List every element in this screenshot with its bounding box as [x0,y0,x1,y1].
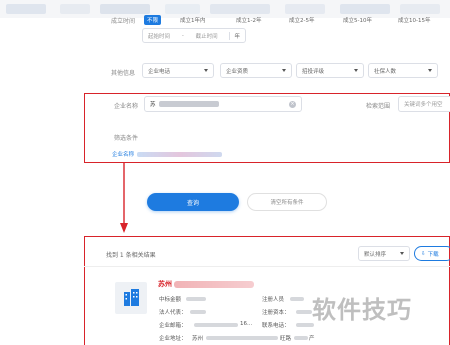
company-address-prefix: 苏州 [192,336,204,342]
company-name-value: 苏 [150,102,156,108]
end-time-placeholder: 截止时间 [195,33,218,40]
company-email-label: 企业邮箱： [159,323,187,329]
download-button-label: 下载 [427,251,439,258]
option-2-5-years[interactable]: 成立2-5年 [289,16,314,24]
chevron-down-icon [204,69,208,72]
range-dash: - [181,32,184,39]
query-button-label: 查询 [186,199,199,207]
dropdown-bid-rating-label: 招投评级 [302,68,325,75]
chevron-down-icon [428,69,432,72]
chevron-down-icon [282,69,286,72]
download-button[interactable]: ⇩ 下载 [414,246,450,261]
other-info-label: 其他信息 [111,70,136,77]
blurred-legal-rep [190,310,206,314]
filter-tag-label: 企业名称 [112,152,135,158]
search-scope-placeholder: 关键词多个用空 [404,102,443,108]
search-scope-input[interactable]: 关键词多个用空 [398,96,450,112]
option-unlimited[interactable]: 不限 [144,15,162,25]
legal-rep-label: 法人代表： [159,310,187,316]
sort-dropdown[interactable]: 默认排序 [358,246,410,261]
results-summary: 找到 1 条相关结果 [106,252,156,259]
blurred-company-title [174,280,254,288]
start-time-placeholder: 起始时间 [148,33,171,40]
company-address-suffix: 产 [309,336,315,342]
company-email-suffix: 16... [240,321,253,327]
sort-dropdown-label: 默认排序 [364,251,387,258]
dropdown-company-qualification[interactable]: 企业资质 [220,63,292,78]
contact-phone-label: 联系电话： [262,323,290,329]
company-name-prefix: 苏州 [158,280,172,288]
query-button[interactable]: 查询 [147,193,239,211]
year-unit: 年 [229,31,240,40]
download-icon: ⇩ [421,250,426,257]
blurred-company-email [194,323,238,327]
dropdown-social-security[interactable]: 社保人数 [368,63,438,78]
chevron-down-icon [354,69,358,72]
company-name-input[interactable]: 苏 × [144,96,302,112]
blurred-address-tail [294,336,308,340]
watermark-text: 软件技巧 [312,296,412,324]
chevron-down-icon [400,252,404,255]
blurred-registered-capital [296,310,312,314]
company-address-mid: 旺路 [280,336,292,342]
registered-capital-label: 注册资本： [262,310,290,316]
clear-input-icon[interactable]: × [289,101,296,108]
blurred-bid-amount [186,297,206,301]
option-1-2-years[interactable]: 成立1-2年 [236,16,261,24]
blurred-company-name [158,101,219,107]
date-range-input[interactable]: 起始时间 - 截止时间 年 [142,28,246,43]
company-logo [115,282,147,314]
blurred-company-address [206,336,278,340]
option-within-1-year[interactable]: 成立1年内 [180,16,206,24]
clear-all-button[interactable]: 清空所有条件 [247,193,327,211]
dropdown-company-phone-label: 企业电话 [148,68,171,75]
blurred-header [0,0,450,18]
company-address-label: 企业地址： [159,336,187,342]
company-name-link[interactable]: 苏州 [158,279,254,289]
dropdown-social-security-label: 社保人数 [374,68,397,75]
established-time-label: 成立时间 [111,18,136,25]
dropdown-bid-rating[interactable]: 招投评级 [296,63,364,78]
dropdown-company-phone[interactable]: 企业电话 [142,63,214,78]
results-divider [84,266,450,267]
option-10-15-years[interactable]: 成立10-15年 [398,16,430,24]
company-name-label: 企业名称 [114,103,139,110]
red-arrow-icon [120,163,128,233]
dropdown-company-qualification-label: 企业资质 [226,68,249,75]
clear-all-button-label: 清空所有条件 [270,200,304,206]
building-icon [124,289,139,306]
filter-conditions-label: 筛选条件 [114,135,139,142]
blurred-registered-staff [290,297,304,301]
registered-staff-label: 注册人员 [262,297,285,303]
search-scope-label: 检索范围 [366,103,391,110]
option-5-10-years[interactable]: 成立5-10年 [343,16,372,24]
filter-tag[interactable]: 企业名称 [112,149,223,159]
blurred-filter-value [137,151,223,157]
bid-amount-label: 中标金额 [159,297,182,303]
